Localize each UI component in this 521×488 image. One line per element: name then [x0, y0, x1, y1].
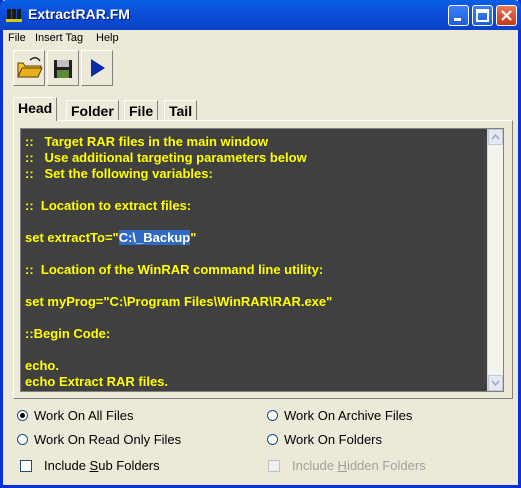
run-button[interactable]	[81, 50, 113, 86]
window-title: ExtractRAR.FM	[28, 6, 130, 22]
option-label: Work On Archive Files	[284, 408, 413, 423]
code-line-selected: set extractTo="C:\_Backup"	[25, 230, 485, 246]
scroll-up-button[interactable]	[488, 129, 503, 145]
label-accelerator: S	[89, 458, 99, 473]
tab-folder[interactable]: Folder	[66, 100, 119, 121]
open-folder-icon	[17, 57, 43, 78]
maximize-icon	[476, 9, 489, 22]
code-text: set extractTo="	[25, 230, 119, 245]
run-play-icon	[91, 59, 105, 77]
option-include-hidden-folders: Include Hidden Folders	[268, 458, 426, 473]
menu-insert-tag[interactable]: Insert Tag	[35, 32, 83, 44]
menu-file[interactable]: File	[8, 32, 26, 44]
radio-button[interactable]	[17, 434, 28, 445]
radio-button[interactable]	[267, 410, 278, 421]
save-disk-icon	[54, 60, 72, 78]
label-text: idden Folders	[346, 458, 426, 473]
radio-button[interactable]	[267, 434, 278, 445]
tab-head[interactable]: Head	[13, 97, 58, 121]
close-button[interactable]	[496, 5, 517, 26]
code-line: :: Set the following variables:	[25, 166, 213, 181]
code-line: :: Location of the WinRAR command line u…	[25, 262, 324, 277]
code-line: :: Target RAR files in the main window	[25, 134, 269, 149]
code-editor[interactable]: :: Target RAR files in the main window :…	[20, 128, 504, 392]
option-work-archive[interactable]: Work On Archive Files	[267, 408, 412, 423]
code-lines: :: Target RAR files in the main window :…	[25, 134, 485, 390]
title-bar[interactable]: ExtractRAR.FM	[0, 0, 521, 30]
radio-button[interactable]	[17, 410, 28, 421]
tab-file[interactable]: File	[124, 100, 159, 121]
tab-tail[interactable]: Tail	[164, 100, 198, 121]
menu-bar: File Insert Tag Help	[3, 30, 518, 47]
minimize-button[interactable]	[448, 5, 469, 26]
vertical-scrollbar[interactable]	[487, 129, 503, 391]
tab-panel-head: :: Target RAR files in the main window :…	[13, 120, 513, 399]
label-text: ub Folders	[98, 458, 160, 473]
option-label: Work On All Files	[34, 408, 134, 423]
code-line: ::Begin Code:	[25, 326, 111, 341]
label-text: Include	[292, 458, 338, 473]
open-button[interactable]	[13, 50, 45, 86]
checkbox	[268, 459, 280, 472]
option-work-readonly[interactable]: Work On Read Only Files	[17, 432, 181, 447]
label-accelerator: H	[337, 458, 347, 473]
option-include-sub-folders[interactable]: Include Sub Folders	[20, 458, 160, 473]
option-label: Include Sub Folders	[44, 458, 160, 473]
save-button[interactable]	[47, 50, 79, 86]
chevron-down-icon	[491, 380, 500, 387]
option-label: Work On Folders	[284, 432, 383, 447]
minimize-icon	[454, 18, 461, 21]
code-text: "	[190, 230, 197, 245]
close-icon	[501, 10, 512, 21]
option-work-all[interactable]: Work On All Files	[17, 408, 133, 423]
code-line: :: Location to extract files:	[25, 198, 192, 213]
code-line: echo.	[25, 358, 59, 373]
code-line: set myProg="C:\Program Files\WinRAR\RAR.…	[25, 294, 333, 309]
app-window: ExtractRAR.FM File Insert Tag Help Head …	[0, 0, 521, 488]
label-text: Include	[44, 458, 90, 473]
app-icon	[6, 9, 22, 22]
checkbox[interactable]	[20, 459, 32, 472]
code-line: :: Use additional targeting parameters b…	[25, 150, 307, 165]
menu-help[interactable]: Help	[96, 32, 119, 44]
selected-text: C:\_Backup	[118, 230, 191, 245]
option-label: Include Hidden Folders	[292, 458, 426, 473]
scroll-down-button[interactable]	[488, 375, 503, 391]
code-line: echo Extract RAR files.	[25, 374, 169, 389]
option-label: Work On Read Only Files	[34, 432, 182, 447]
maximize-button[interactable]	[472, 5, 493, 26]
option-work-folders[interactable]: Work On Folders	[267, 432, 382, 447]
chevron-up-icon	[491, 133, 500, 140]
